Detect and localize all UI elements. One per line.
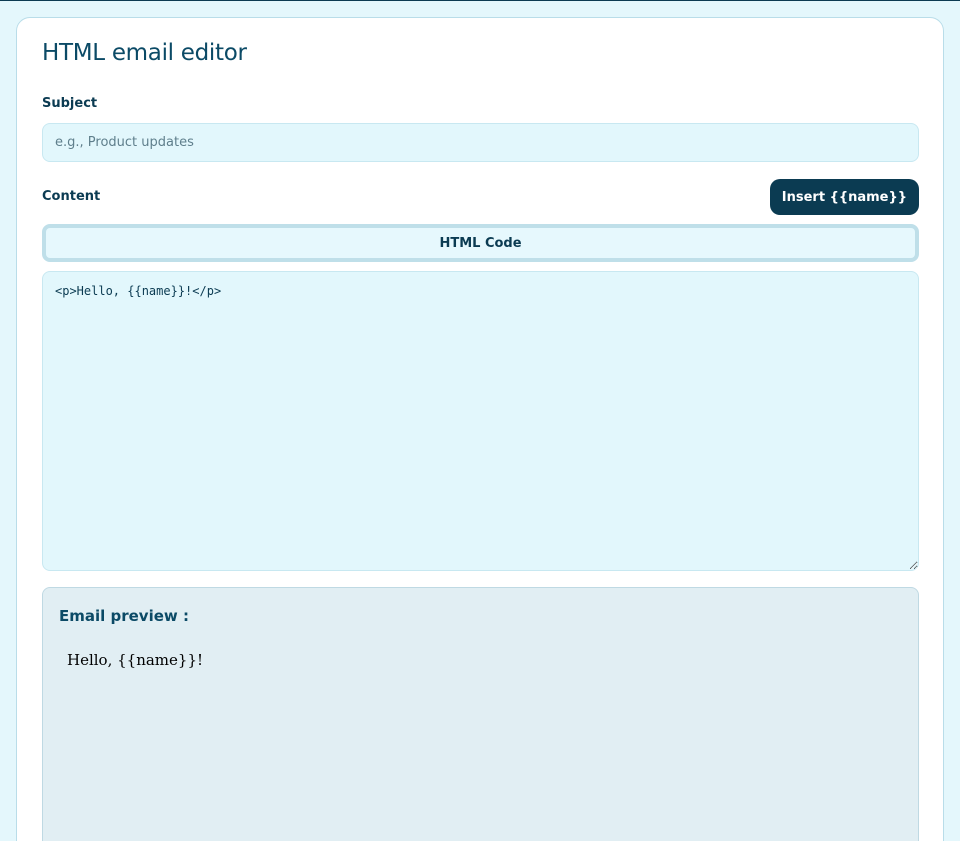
insert-name-button[interactable]: Insert {{name}} [769, 179, 919, 215]
email-preview-panel: Email preview : Hello, {{name}}! [42, 587, 919, 841]
email-editor-card: HTML email editor Subject Content Insert… [16, 17, 944, 841]
preview-title: Email preview : [59, 607, 189, 625]
subject-label: Subject [42, 96, 98, 111]
subject-input[interactable] [42, 123, 919, 162]
tab-html-code[interactable]: HTML Code [42, 224, 919, 262]
html-code-editor[interactable] [42, 271, 919, 571]
content-label: Content [42, 189, 101, 204]
preview-content: Hello, {{name}}! [67, 651, 204, 669]
page-title: HTML email editor [42, 40, 247, 66]
